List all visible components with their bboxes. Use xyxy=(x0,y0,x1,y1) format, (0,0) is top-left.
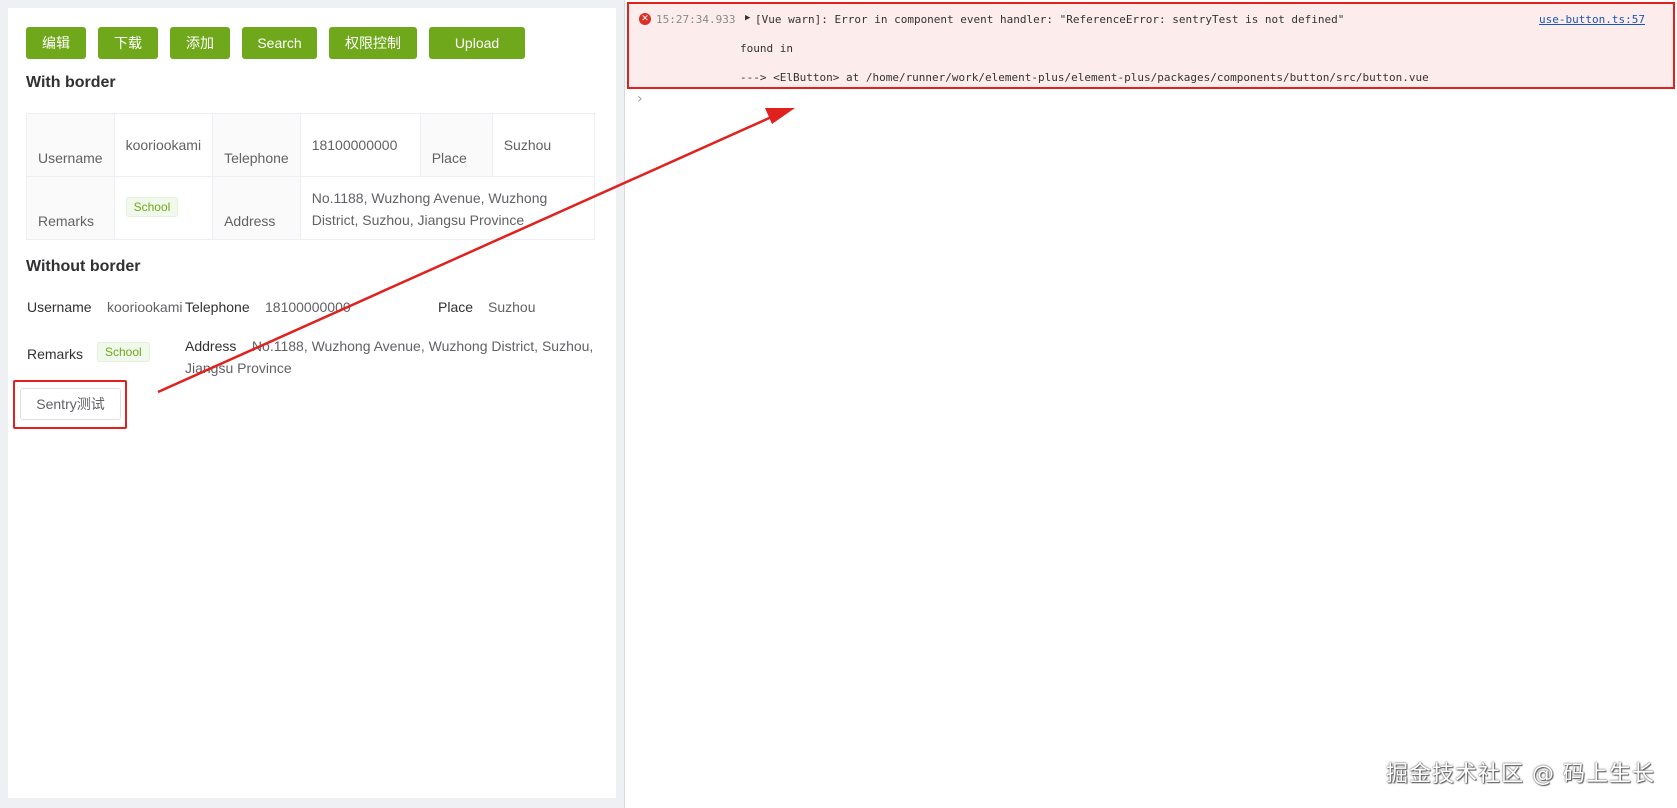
status-badge: School xyxy=(125,197,179,217)
toolbar: 编辑 下载 添加 Search 权限控制 Upload xyxy=(26,27,525,59)
desc-value: kooriookami xyxy=(113,113,214,177)
error-icon: ✕ xyxy=(639,13,651,25)
console-error-entry: ✕ 15:27:34.933 ▶ [Vue warn]: Error in co… xyxy=(627,2,1675,89)
remarks-label: Remarks xyxy=(27,346,84,362)
telephone-label: Telephone xyxy=(185,299,250,315)
desc-label: Remarks xyxy=(26,176,115,240)
search-button[interactable]: Search xyxy=(242,27,317,59)
username-label: Username xyxy=(27,299,92,315)
address-row: Address No.1188, Wuzhong Avenue, Wuzhong… xyxy=(185,335,605,379)
annotation-highlight-box xyxy=(13,380,127,429)
table-row: Username kooriookami Telephone 181000000… xyxy=(26,113,596,177)
desc-value: School xyxy=(113,176,214,240)
console-timestamp: 15:27:34.933 xyxy=(656,13,736,26)
edit-button[interactable]: 编辑 xyxy=(26,27,86,59)
desc-label: Telephone xyxy=(212,113,301,177)
place-value: Suzhou xyxy=(488,299,536,315)
address-label: Address xyxy=(185,338,237,354)
console-found-in: found in xyxy=(740,42,793,55)
with-border-title: With border xyxy=(26,74,116,91)
desc-label: Place xyxy=(419,113,493,177)
permission-control-button[interactable]: 权限控制 xyxy=(329,27,417,59)
upload-button[interactable]: Upload xyxy=(429,27,525,59)
watermark: 掘金技术社区 @ 码上生长 xyxy=(1386,762,1655,787)
desc-value: No.1188, Wuzhong Avenue, Wuzhong Distric… xyxy=(299,176,596,240)
console-message: [Vue warn]: Error in component event han… xyxy=(755,13,1345,26)
place-label: Place xyxy=(438,299,474,315)
add-button[interactable]: 添加 xyxy=(170,27,230,59)
desc-value: Suzhou xyxy=(491,113,596,177)
remarks-tag-wrap: School xyxy=(97,342,150,362)
source-link[interactable]: use-button.ts:57 xyxy=(1539,13,1645,26)
desc-value: 18100000000 xyxy=(299,113,421,177)
console-prompt-chevron-icon[interactable]: › xyxy=(637,91,643,107)
without-border-title: Without border xyxy=(26,258,141,275)
telephone-value: 18100000000 xyxy=(265,299,351,315)
console-trace: ---> <ElButton> at /home/runner/work/ele… xyxy=(740,71,1429,84)
status-badge: School xyxy=(97,342,150,362)
expand-triangle-icon[interactable]: ▶ xyxy=(745,13,750,23)
address-value: No.1188, Wuzhong Avenue, Wuzhong Distric… xyxy=(185,338,594,376)
desc-label: Username xyxy=(26,113,115,177)
username-value: kooriookami xyxy=(107,299,183,315)
desc-label: Address xyxy=(212,176,301,240)
table-row: Remarks School Address No.1188, Wuzhong … xyxy=(26,176,596,240)
download-button[interactable]: 下载 xyxy=(98,27,158,59)
devtools-console: ✕ 15:27:34.933 ▶ [Vue warn]: Error in co… xyxy=(624,0,1677,808)
descriptions-bordered: Username kooriookami Telephone 181000000… xyxy=(26,113,596,240)
